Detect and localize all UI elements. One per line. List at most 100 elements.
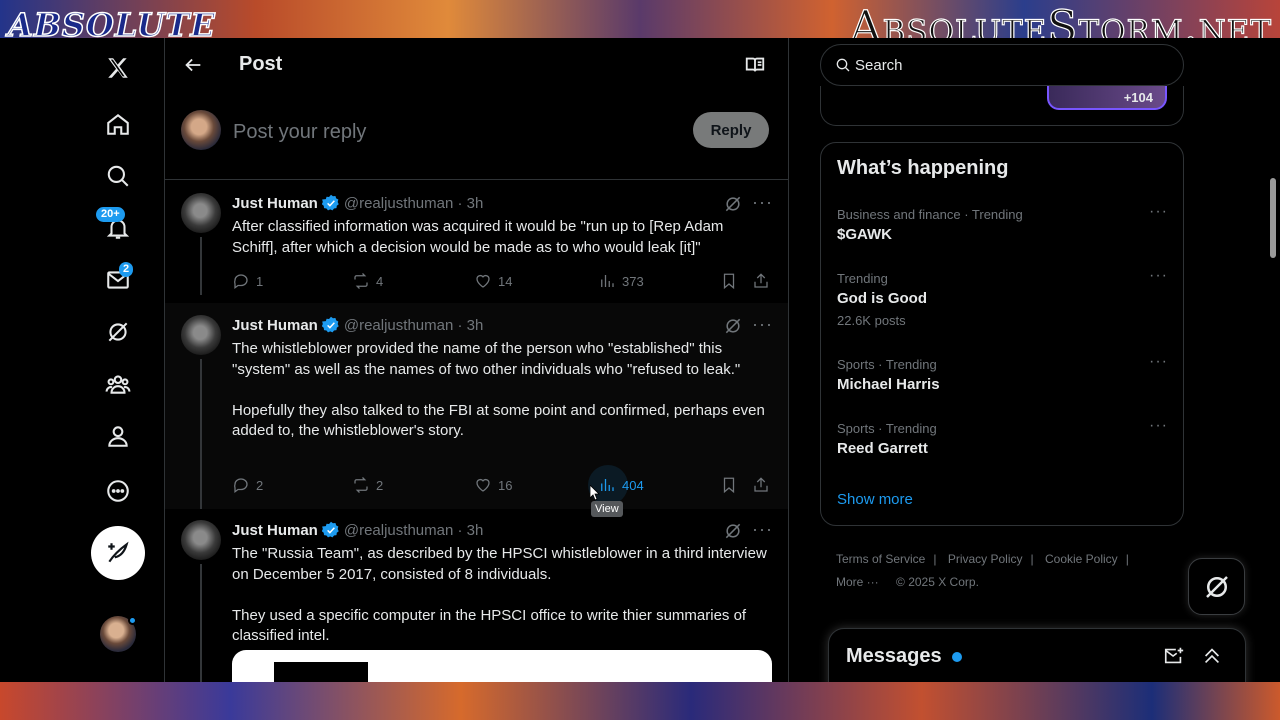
repost-icon	[354, 273, 368, 289]
more-dots-icon[interactable]: ···	[752, 519, 773, 540]
scrollbar-thumb[interactable]	[1270, 178, 1276, 258]
tweet-media-image[interactable]	[232, 650, 772, 682]
grok-explain-icon[interactable]	[723, 521, 743, 541]
tweet-header: Just Human @realjusthuman · 3h	[232, 521, 483, 539]
spaces-listeners-pill[interactable]: +104	[1047, 86, 1167, 110]
grok-floating-button[interactable]	[1188, 558, 1245, 615]
repost-action[interactable]: 4	[352, 269, 383, 293]
share-action[interactable]	[752, 269, 770, 293]
messages-envelope-icon[interactable]: 2	[92, 254, 144, 306]
footer-link-privacy[interactable]: Privacy Policy	[948, 552, 1023, 566]
tweet-text: After classified information was acquire…	[232, 218, 728, 256]
author-avatar[interactable]	[181, 193, 221, 233]
trend-item[interactable]: Sports · Trending Reed Garrett ···	[821, 417, 1183, 477]
page-scrollbar[interactable]	[1266, 38, 1280, 682]
profile-icon[interactable]	[92, 410, 144, 462]
trend-name: Reed Garrett	[837, 440, 928, 457]
x-logo-icon[interactable]	[92, 42, 144, 94]
search-icon	[836, 58, 850, 72]
bookmark-icon	[723, 477, 735, 494]
trend-item[interactable]: Trending God is Good 22.6K posts ···	[821, 267, 1183, 341]
reply-count: 2	[256, 477, 264, 493]
bookmark-action[interactable]	[720, 269, 738, 293]
reader-mode-book-icon[interactable]	[742, 53, 768, 77]
trend-category: Trending	[837, 271, 888, 286]
post-thread-column: Post Reply Just Human @realjusthuman · 3…	[164, 38, 789, 682]
tweet-header: Just Human @realjusthuman · 3h	[232, 194, 483, 212]
more-dots-icon[interactable]: ···	[1149, 417, 1168, 435]
reply-action[interactable]: 2	[232, 473, 263, 497]
tweet-1[interactable]: Just Human @realjusthuman · 3h ··· After…	[165, 181, 788, 295]
repost-action[interactable]: 2	[352, 473, 383, 497]
author-avatar[interactable]	[181, 520, 221, 560]
like-count: 16	[498, 477, 513, 493]
page-title: Post	[239, 53, 283, 75]
share-action[interactable]	[752, 473, 770, 497]
trends-title: What’s happening	[837, 157, 1009, 179]
reply-button[interactable]: Reply	[693, 112, 769, 148]
reply-input[interactable]	[233, 118, 653, 146]
author-avatar[interactable]	[181, 315, 221, 355]
trend-category: Sports · Trending	[837, 357, 937, 372]
chevron-up-double-icon[interactable]	[1201, 645, 1223, 667]
repost-count: 4	[376, 273, 384, 289]
author-handle-time[interactable]: @realjusthuman · 3h	[344, 522, 483, 539]
footer-link-terms[interactable]: Terms of Service	[836, 552, 925, 566]
home-icon[interactable]	[92, 98, 144, 150]
more-dots-icon[interactable]: ···	[1149, 267, 1168, 285]
communities-icon[interactable]	[92, 358, 144, 410]
new-message-icon[interactable]	[1163, 645, 1185, 667]
tweet-actions: 2 2 16 404 View	[232, 465, 774, 517]
bookmark-action[interactable]	[720, 473, 738, 497]
heart-icon	[476, 274, 490, 288]
author-handle-time[interactable]: @realjusthuman · 3h	[344, 195, 483, 212]
grok-explain-icon[interactable]	[723, 194, 743, 214]
author-name[interactable]: Just Human	[232, 522, 318, 539]
grok-icon[interactable]	[92, 306, 144, 358]
grok-explain-icon[interactable]	[723, 316, 743, 336]
thread-line	[200, 237, 202, 295]
author-name[interactable]: Just Human	[232, 317, 318, 334]
reply-action[interactable]: 1	[232, 269, 263, 293]
author-handle-time[interactable]: @realjusthuman · 3h	[344, 317, 483, 334]
like-action[interactable]: 14	[474, 269, 512, 293]
back-arrow-icon[interactable]	[179, 51, 207, 79]
composer-avatar	[181, 110, 221, 150]
banner-bottom-strip	[0, 682, 1280, 720]
more-dots-icon[interactable]: ···	[1149, 353, 1168, 371]
account-avatar[interactable]	[100, 616, 137, 652]
author-name[interactable]: Just Human	[232, 195, 318, 212]
repost-count: 2	[376, 477, 384, 493]
feather-plus-icon	[108, 541, 129, 563]
tweet-2[interactable]: Just Human @realjusthuman · 3h ··· The w…	[165, 303, 788, 517]
tweet-3[interactable]: Just Human @realjusthuman · 3h ··· The "…	[165, 508, 788, 682]
more-options-icon[interactable]	[92, 465, 144, 517]
explore-search-icon[interactable]	[92, 150, 144, 202]
search-bar[interactable]	[820, 44, 1184, 86]
thread-line	[200, 564, 202, 682]
unread-dot	[952, 652, 962, 662]
share-upload-icon	[754, 477, 768, 492]
trend-name: Michael Harris	[837, 376, 940, 393]
reply-bubble-icon	[234, 478, 248, 494]
show-more-link[interactable]: Show more	[837, 491, 913, 508]
more-dots-icon[interactable]: ···	[752, 314, 773, 335]
search-input[interactable]	[855, 55, 1155, 75]
trend-item[interactable]: Sports · Trending Michael Harris ···	[821, 353, 1183, 413]
messages-drawer[interactable]: Messages	[828, 628, 1246, 682]
more-dots-icon[interactable]: ···	[752, 192, 773, 213]
trend-item[interactable]: Business and finance · Trending $GAWK ··…	[821, 203, 1183, 263]
compose-post-button[interactable]	[91, 526, 145, 580]
trend-name: $GAWK	[837, 226, 893, 243]
messages-badge: 2	[119, 262, 134, 277]
more-dots-icon[interactable]: ···	[1149, 203, 1168, 221]
like-action[interactable]: 16	[474, 473, 512, 497]
notifications-bell-icon[interactable]: 20+	[92, 202, 144, 254]
views-action[interactable]: 404	[588, 465, 644, 505]
tweet-text: The "Russia Team", as described by the H…	[232, 545, 767, 644]
view-count: 373	[622, 273, 644, 289]
footer-link-cookie[interactable]: Cookie Policy	[1045, 552, 1118, 566]
trend-category: Sports · Trending	[837, 421, 937, 436]
views-action[interactable]: 373	[598, 269, 644, 293]
footer-more[interactable]: More ···	[836, 575, 879, 589]
